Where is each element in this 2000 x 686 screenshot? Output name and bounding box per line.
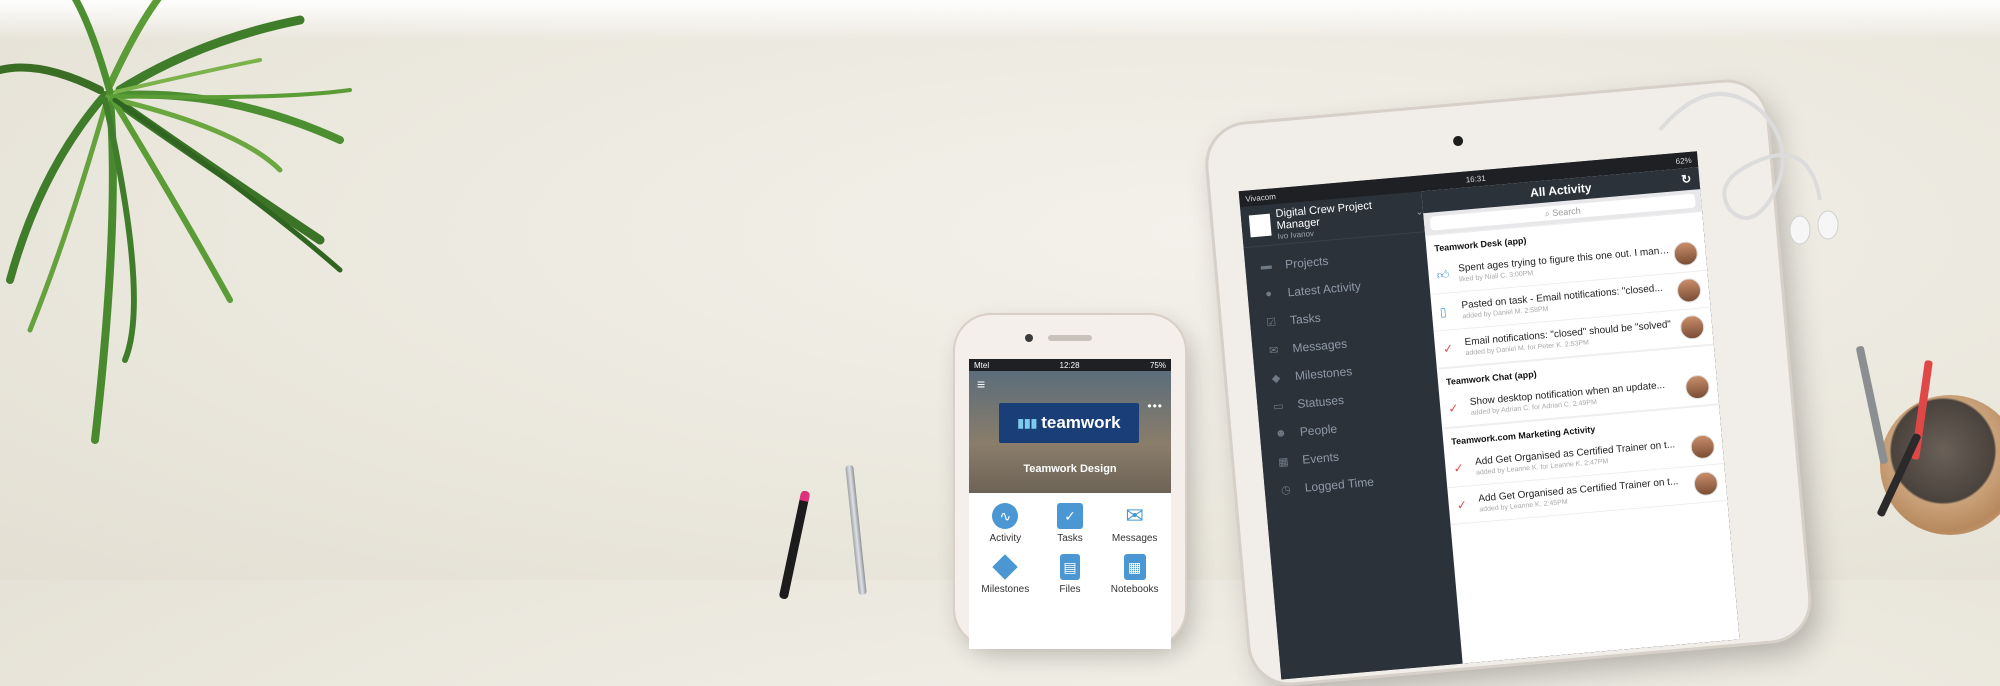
teamwork-logo: ▮▮▮ teamwork (999, 403, 1139, 443)
checkbox-icon: ☑ (1265, 316, 1277, 329)
desk-scene: Mtel 12:28 75% ≡ ••• ▮▮▮ teamwork Teamwo… (0, 0, 2000, 686)
logo-text: teamwork (1041, 413, 1121, 432)
project-nav-grid: ∿ Activity ✓ Tasks ✉ Messages Milestones… (969, 493, 1171, 605)
milestones-icon (992, 554, 1019, 580)
nav-notebooks[interactable]: ▦ Notebooks (1102, 554, 1167, 595)
check-circle-icon: ✓ (1447, 401, 1460, 416)
nav-label: Messages (1111, 533, 1158, 544)
nav-messages[interactable]: ✉ Messages (1102, 503, 1167, 544)
ipad-camera (1452, 135, 1464, 147)
phone-status-bar: Mtel 12:28 75% (969, 359, 1171, 371)
phone-screen: Mtel 12:28 75% ≡ ••• ▮▮▮ teamwork Teamwo… (969, 359, 1171, 649)
pen-cap (799, 490, 811, 502)
nav-label: Milestones (981, 584, 1030, 595)
sidebar-item-label: Tasks (1289, 310, 1322, 328)
phone-carrier: Mtel (974, 360, 990, 370)
envelope-icon: ✉ (1268, 343, 1279, 357)
nav-milestones[interactable]: Milestones (973, 554, 1038, 595)
sidebar-nav: ▬ Projects ● Latest Activity ☑ Tasks ✉ Messa… (1244, 232, 1448, 505)
phone-camera (1025, 334, 1033, 342)
stopwatch-icon: ◷ (1280, 483, 1292, 497)
ipad-time: 16:31 (1465, 173, 1487, 184)
hamburger-menu-icon[interactable]: ≡ (977, 377, 989, 391)
document-icon: ▯ (1439, 304, 1448, 320)
phone-battery: 75% (1149, 360, 1166, 370)
earphones-image (1658, 92, 1839, 245)
tasks-icon: ✓ (1056, 503, 1083, 529)
clock-icon: ● (1264, 287, 1273, 301)
sidebar-item-label: Latest Activity (1287, 279, 1362, 300)
avatar (1675, 277, 1702, 304)
nav-files[interactable]: ▤ Files (1038, 554, 1103, 595)
sidebar-item-label: Statuses (1296, 392, 1345, 411)
phone-speaker (1048, 335, 1092, 341)
avatar (1692, 470, 1719, 497)
sidebar-item-label: Milestones (1294, 364, 1353, 384)
check-circle-icon: ✓ (1456, 497, 1468, 513)
nav-label: Notebooks (1110, 584, 1159, 595)
plant-image (0, 0, 352, 444)
folder-icon: ▬ (1260, 259, 1273, 273)
activity-icon: ∿ (992, 503, 1019, 529)
diamond-icon: ◆ (1271, 371, 1281, 385)
check-circle-icon: ✓ (1453, 460, 1465, 476)
sidebar-item-label: People (1299, 421, 1338, 439)
avatar (1684, 374, 1711, 401)
files-icon: ▤ (1059, 554, 1080, 580)
pencil (1855, 345, 1889, 465)
project-title: Teamwork Design (1023, 463, 1117, 475)
avatar (1679, 314, 1706, 341)
search-placeholder: Search (1551, 205, 1582, 219)
calendar-icon: ▦ (1277, 455, 1290, 469)
people-icon: ☻ (1274, 427, 1288, 441)
mechanical-pencil (845, 464, 867, 596)
nav-label: Files (1059, 584, 1081, 595)
nav-activity[interactable]: ∿ Activity (973, 503, 1038, 544)
avatar (1689, 433, 1716, 460)
pen-black (778, 490, 811, 600)
sidebar-item-label: Events (1301, 449, 1340, 467)
ipad-carrier: Vivacom (1244, 191, 1277, 204)
sidebar-item-label: Messages (1291, 336, 1348, 356)
more-options-icon[interactable]: ••• (1147, 399, 1163, 413)
project-header: ≡ ••• ▮▮▮ teamwork Teamwork Design (969, 371, 1171, 493)
nav-tasks[interactable]: ✓ Tasks (1038, 503, 1103, 544)
speech-icon: ▭ (1272, 399, 1285, 413)
check-circle-icon: ✓ (1442, 341, 1454, 357)
sidebar-item-label: Projects (1284, 253, 1330, 272)
nav-label: Tasks (1057, 533, 1083, 544)
messages-icon: ✉ (1125, 503, 1144, 528)
org-logo (1248, 213, 1272, 238)
like-icon: 👍︎ (1436, 266, 1450, 282)
phone-time: 12:28 (1059, 360, 1080, 370)
logo-bars-icon: ▮▮▮ (1017, 416, 1038, 430)
nav-label: Activity (989, 533, 1022, 544)
iphone-device: Mtel 12:28 75% ≡ ••• ▮▮▮ teamwork Teamwo… (955, 315, 1185, 649)
panel-title: All Activity (1529, 180, 1593, 200)
sidebar-item-label: Logged Time (1304, 474, 1375, 495)
notebooks-icon: ▦ (1123, 554, 1146, 580)
